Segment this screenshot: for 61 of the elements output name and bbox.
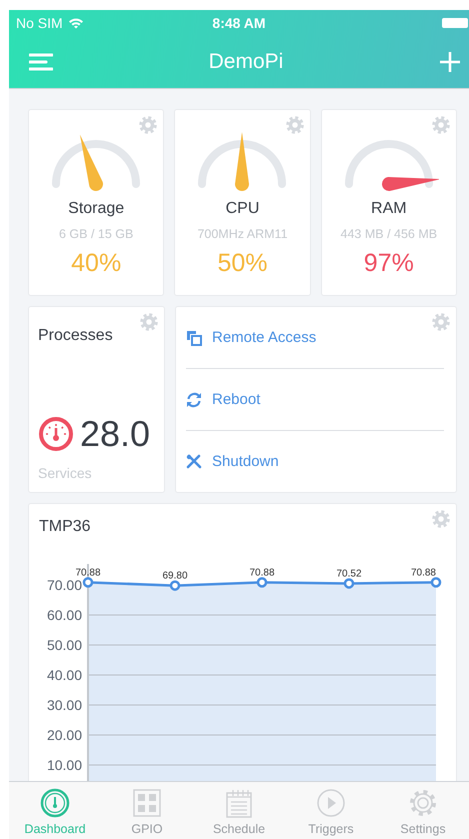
gauge-icon	[40, 788, 70, 818]
tick-label: 40.00	[46, 667, 82, 683]
action-link[interactable]: Remote Access	[186, 307, 444, 369]
tab-item[interactable]: GPIO	[101, 782, 193, 839]
gauge-title: Storage	[68, 200, 124, 218]
windows-icon	[186, 330, 202, 346]
gauge-title: CPU	[226, 200, 260, 218]
settings-icon[interactable]	[286, 116, 304, 134]
gauge-detail: 443 MB / 456 MB	[340, 227, 438, 241]
data-label: 70.88	[75, 567, 101, 578]
tick-label: 50.00	[46, 637, 82, 653]
plus-icon	[439, 51, 461, 73]
process-count: 28.0	[80, 413, 150, 455]
data-point	[256, 577, 268, 588]
menu-button[interactable]	[29, 53, 53, 71]
tick-label: 30.00	[46, 697, 82, 713]
gauge-percent: 40%	[71, 249, 122, 278]
play-icon	[316, 788, 346, 818]
settings-icon[interactable]	[140, 313, 158, 331]
settings-icon	[408, 788, 438, 818]
action-link[interactable]: Reboot	[186, 369, 444, 431]
tick-label: 60.00	[46, 607, 82, 623]
gauge-percent: 97%	[364, 249, 414, 278]
status-time: 8:48 AM	[211, 15, 267, 31]
app-title: DemoPi	[208, 50, 284, 74]
data-label: 70.88	[249, 567, 275, 578]
tab-item[interactable]: Triggers	[285, 782, 377, 839]
data-label: 70.52	[336, 568, 362, 580]
data-point	[344, 578, 354, 589]
add-button[interactable]	[439, 51, 461, 73]
wifi-icon	[68, 17, 84, 29]
tick-label: 10.00	[46, 757, 82, 773]
speedometer-icon	[38, 416, 74, 452]
tools-icon	[186, 454, 202, 470]
gauge-title: RAM	[371, 200, 407, 218]
carrier-name: No SIM	[16, 15, 63, 31]
gauge-detail: 6 GB / 15 GB	[58, 227, 134, 241]
menu-icon	[29, 53, 53, 71]
gauge-percent: 50%	[217, 249, 268, 278]
tab-item[interactable]: Dashboard	[9, 782, 101, 839]
data-point	[170, 580, 180, 591]
battery-icon	[441, 17, 469, 29]
action-link[interactable]: Shutdown	[186, 431, 444, 492]
tab-item[interactable]: Settings	[377, 782, 469, 839]
data-point	[82, 577, 94, 588]
tab-item[interactable]: Schedule	[193, 782, 285, 839]
settings-icon[interactable]	[432, 116, 450, 134]
chart-title: TMP36	[39, 518, 91, 536]
tick-label: 70.00	[46, 577, 82, 593]
tick-label: 20.00	[46, 727, 82, 743]
data-point	[430, 577, 442, 588]
gauge-detail: 700MHz ARM11	[197, 227, 288, 241]
calendar-icon	[224, 788, 254, 818]
data-label: 70.88	[410, 567, 436, 578]
refresh-icon	[186, 392, 202, 408]
card-title: Processes	[38, 327, 114, 345]
data-label: 69.80	[162, 570, 188, 582]
grid-icon	[132, 788, 162, 818]
settings-icon[interactable]	[432, 510, 450, 528]
settings-icon[interactable]	[139, 116, 158, 134]
settings-icon[interactable]	[432, 313, 450, 331]
